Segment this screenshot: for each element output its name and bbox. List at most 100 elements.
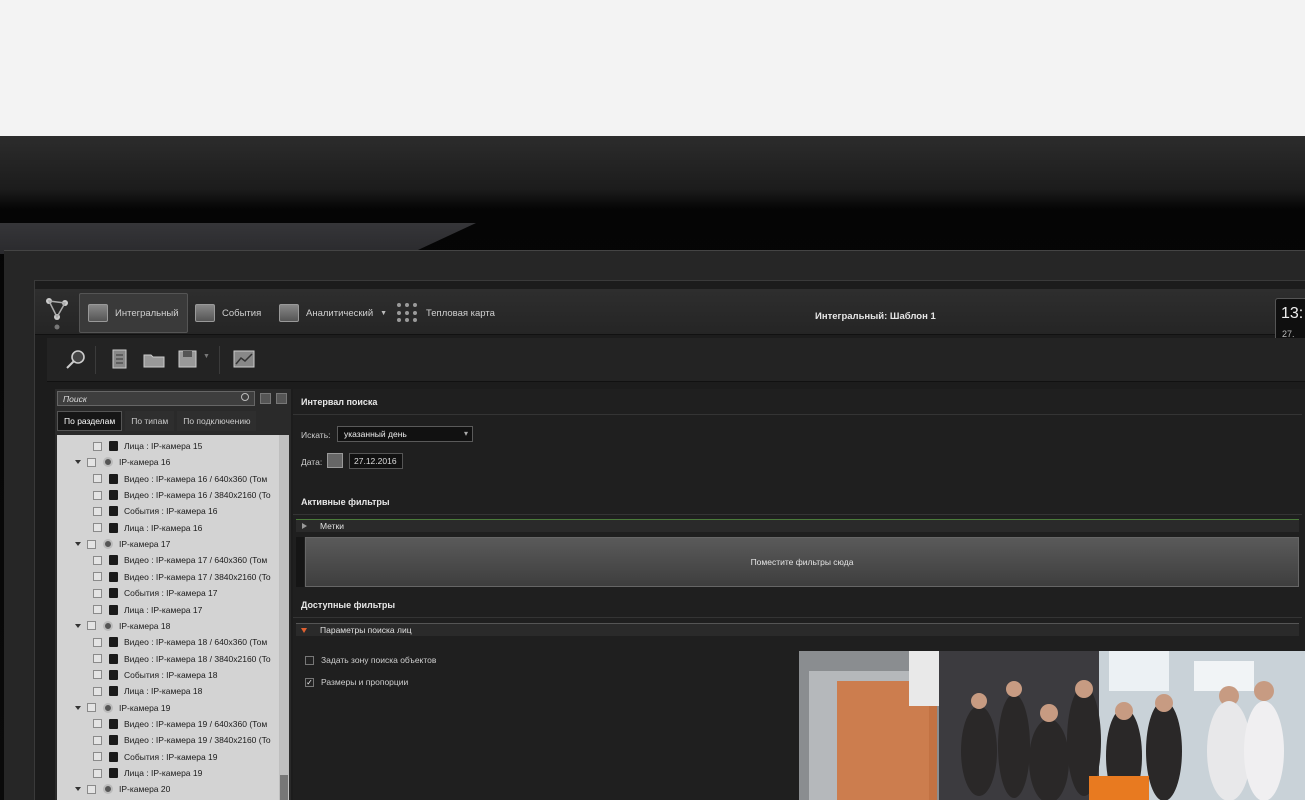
- tree-checkbox[interactable]: [87, 539, 96, 549]
- search-icon[interactable]: [65, 349, 87, 369]
- tree-item-label: Видео : IP-камера 19 / 3840x2160 (To: [124, 735, 271, 746]
- search-icon[interactable]: [241, 393, 249, 401]
- archive-icon: [109, 751, 118, 762]
- nav-integral-label: Интегральный: [115, 307, 179, 319]
- tree-checkbox[interactable]: [87, 784, 96, 794]
- tree-camera-node[interactable]: IP-камера 19: [75, 700, 170, 716]
- expand-arrow-icon[interactable]: [75, 705, 81, 710]
- tree-checkbox[interactable]: [87, 621, 96, 631]
- toolbar: ▼: [47, 338, 1305, 382]
- tree-checkbox[interactable]: [87, 457, 96, 467]
- tree-item-label: Видео : IP-камера 16 / 640x360 (Том: [124, 473, 268, 484]
- date-field[interactable]: 27.12.2016: [349, 453, 403, 469]
- tree-item[interactable]: Видео : IP-камера 18 / 640x360 (Том: [93, 634, 267, 650]
- tree-checkbox[interactable]: [93, 588, 102, 598]
- tree-checkbox[interactable]: [93, 506, 102, 516]
- tree-checkbox[interactable]: [93, 752, 102, 762]
- tree-item[interactable]: Видео : IP-камера 19 / 3840x2160 (To: [93, 732, 271, 748]
- tree-camera-node[interactable]: IP-камера 17: [75, 536, 170, 552]
- archive-icon: [109, 604, 118, 615]
- nav-heatmap[interactable]: Тепловая карта: [389, 293, 503, 333]
- tree-checkbox[interactable]: [93, 670, 102, 680]
- tree-checkbox[interactable]: [93, 490, 102, 500]
- tree-item[interactable]: События : IP-камера 18: [93, 667, 218, 683]
- search-mode-select[interactable]: указанный день: [337, 426, 473, 442]
- size-option[interactable]: Размеры и пропорции: [305, 677, 408, 687]
- tree-checkbox[interactable]: [93, 654, 102, 664]
- tree-checkbox[interactable]: [93, 441, 102, 451]
- tree-item[interactable]: Видео : IP-камера 17 / 640x360 (Том: [93, 552, 267, 568]
- tree-camera-node[interactable]: IP-камера 20: [75, 781, 170, 797]
- tags-bar[interactable]: Метки: [296, 519, 1299, 532]
- tree-checkbox[interactable]: [93, 523, 102, 533]
- nav-analytic[interactable]: Аналитический ▼: [271, 293, 395, 333]
- open-folder-icon[interactable]: [143, 349, 165, 369]
- export-chart-icon[interactable]: [233, 349, 255, 369]
- tree-item[interactable]: Видео : IP-камера 16 / 640x360 (Том: [93, 471, 267, 487]
- nav-integral[interactable]: Интегральный: [79, 293, 188, 333]
- tree-checkbox[interactable]: [93, 572, 102, 582]
- tree-camera-node[interactable]: IP-камера 18: [75, 618, 170, 634]
- tree-scrollbar[interactable]: [279, 435, 289, 800]
- events-lightning-icon: [195, 304, 215, 322]
- tree-item[interactable]: Видео : IP-камера 16 / 3840x2160 (To: [93, 487, 271, 503]
- archive-icon: [109, 669, 118, 680]
- clock-widget: 13: 27.: [1275, 298, 1305, 342]
- new-document-icon[interactable]: [109, 349, 131, 369]
- tree-item[interactable]: События : IP-камера 17: [93, 585, 218, 601]
- expand-arrow-icon[interactable]: [75, 787, 81, 792]
- collapse-all-icon[interactable]: [276, 393, 287, 404]
- tree-checkbox[interactable]: [93, 637, 102, 647]
- calendar-icon[interactable]: [327, 453, 343, 468]
- archive-icon: [109, 735, 118, 746]
- tree-checkbox[interactable]: [87, 703, 96, 713]
- tree-item[interactable]: Видео : IP-камера 17 / 3840x2160 (To: [93, 569, 271, 585]
- zone-checkbox[interactable]: [305, 655, 314, 665]
- tree-checkbox[interactable]: [93, 605, 102, 614]
- tree-item[interactable]: События : IP-камера 16: [93, 503, 218, 519]
- size-checkbox[interactable]: [305, 677, 314, 687]
- tree-item[interactable]: Видео : IP-камера 19 / 640x360 (Том: [93, 716, 267, 732]
- tab-by-types[interactable]: По типам: [125, 411, 175, 431]
- archive-icon: [109, 555, 118, 566]
- tree-checkbox[interactable]: [93, 686, 102, 696]
- toolbar-separator: [219, 346, 220, 374]
- expand-arrow-icon[interactable]: [75, 460, 81, 465]
- tab-by-sections[interactable]: По разделам: [57, 411, 123, 431]
- expand-arrow-icon[interactable]: [75, 542, 81, 547]
- tree-checkbox[interactable]: [93, 735, 102, 745]
- tree-checkbox[interactable]: [93, 555, 102, 565]
- search-label: Искать:: [301, 430, 331, 440]
- expand-arrow-icon[interactable]: [75, 623, 81, 628]
- expand-all-icon[interactable]: [260, 393, 271, 404]
- save-icon[interactable]: [177, 349, 199, 369]
- save-dropdown-chevron-icon[interactable]: ▼: [203, 353, 210, 360]
- tree-item[interactable]: События : IP-камера 19: [93, 749, 218, 765]
- tree-checkbox[interactable]: [93, 474, 102, 484]
- tree-item[interactable]: Лица : IP-камера 16: [93, 520, 202, 536]
- tree-checkbox[interactable]: [93, 768, 102, 778]
- tree-item[interactable]: Лица : IP-камера 19: [93, 765, 202, 781]
- filter-dropzone[interactable]: Поместите фильтры сюда: [305, 537, 1299, 587]
- nav-heatmap-label: Тепловая карта: [426, 307, 495, 319]
- tree-checkbox[interactable]: [93, 719, 102, 729]
- tree-item[interactable]: Лица : IP-камера 18: [93, 683, 202, 699]
- face-params-bar[interactable]: Параметры поиска лиц: [296, 623, 1299, 636]
- tree-item-label: Видео : IP-камера 19 / 640x360 (Том: [124, 718, 268, 729]
- camera-icon: [103, 620, 113, 631]
- tree-item-label: IP-камера 16: [119, 457, 171, 468]
- clock-time: 13:: [1281, 305, 1304, 322]
- nav-events[interactable]: События: [187, 293, 269, 333]
- app-logo-icon: [46, 298, 68, 330]
- tree-camera-node[interactable]: IP-камера 16: [75, 454, 170, 470]
- scrollbar-thumb[interactable]: [280, 775, 288, 800]
- zone-option[interactable]: Задать зону поиска объектов: [305, 655, 436, 665]
- tree-item[interactable]: Лица : IP-камера 15: [93, 438, 202, 454]
- search-input[interactable]: Поиск: [57, 391, 255, 406]
- tree-item[interactable]: Видео : IP-камера 18 / 3840x2160 (To: [93, 651, 271, 667]
- archive-icon: [109, 522, 118, 533]
- tree-item[interactable]: Лица : IP-камера 17: [93, 602, 202, 618]
- tags-label: Метки: [320, 521, 344, 531]
- tab-by-connection[interactable]: По подключению: [177, 411, 257, 431]
- camera-icon: [103, 702, 113, 713]
